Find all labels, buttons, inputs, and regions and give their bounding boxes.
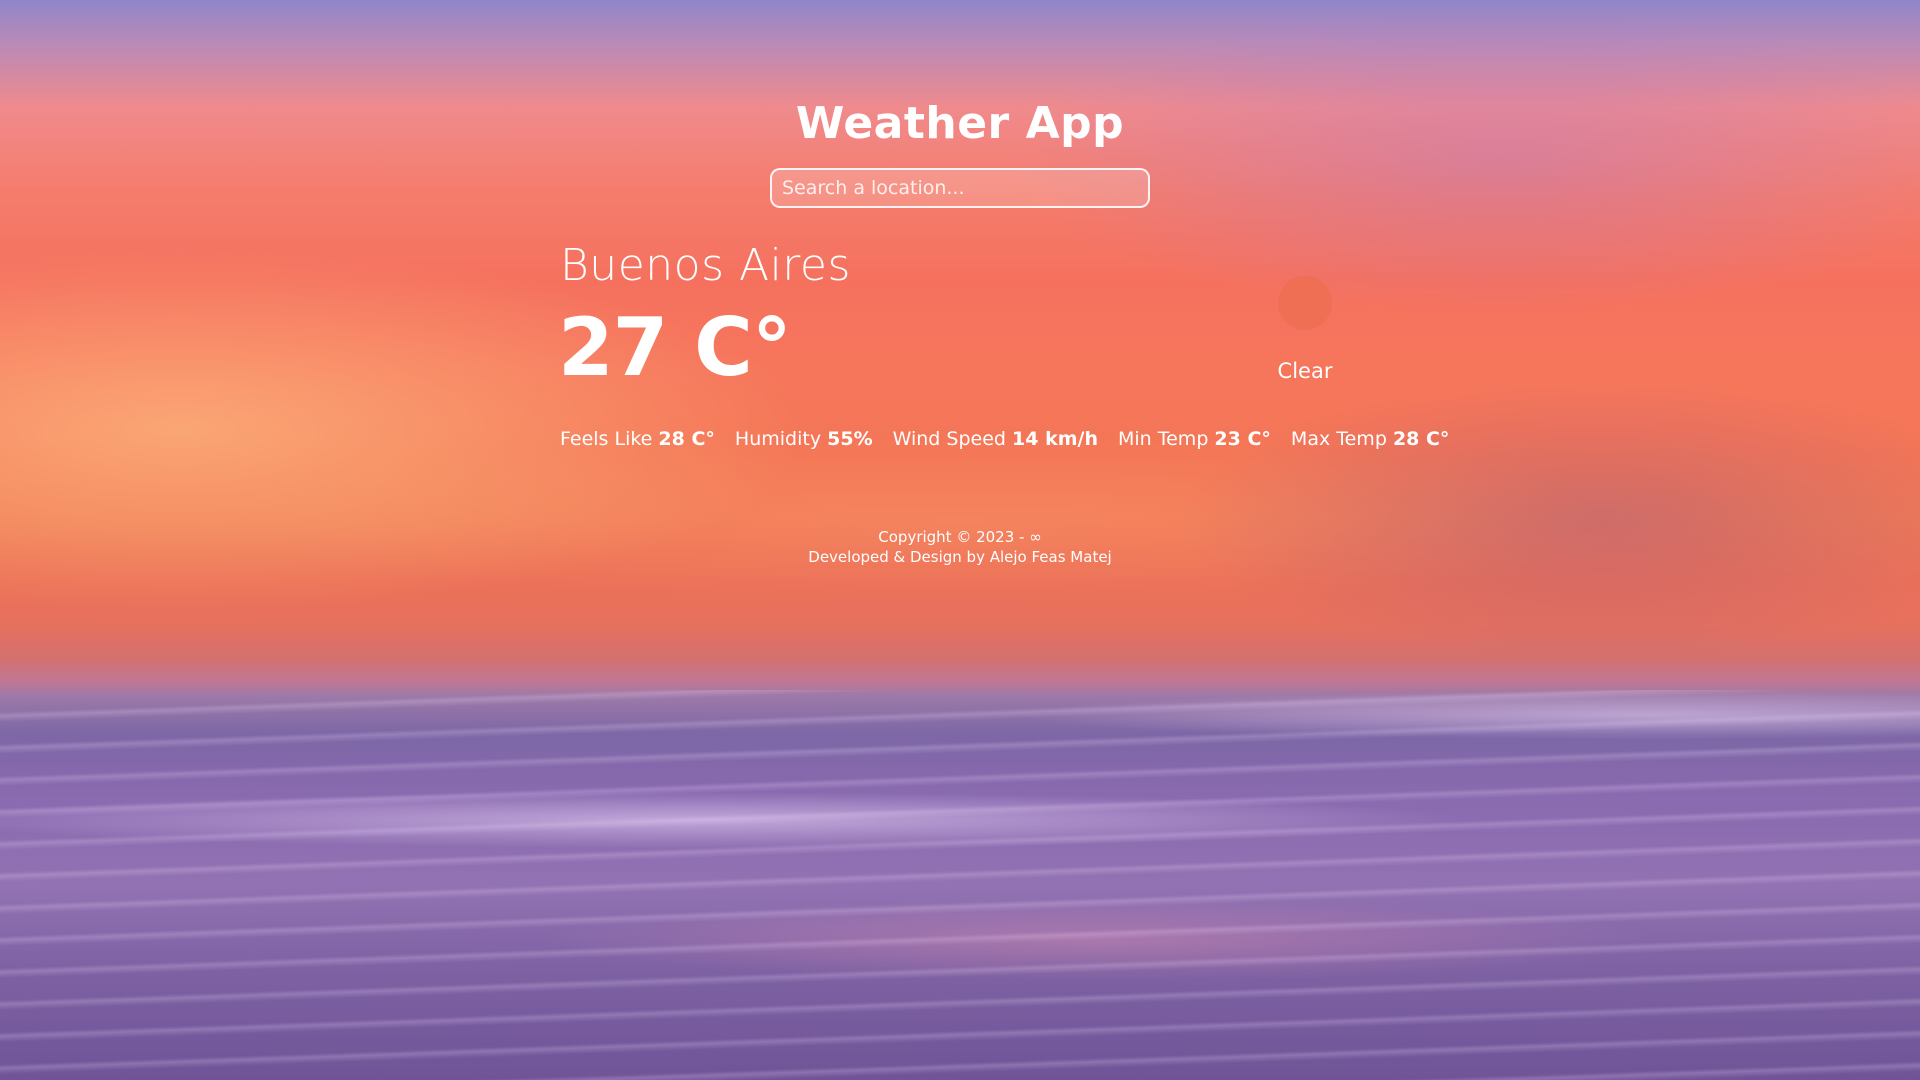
stat-label: Humidity (734, 428, 822, 450)
stat-label: Max Temp (1290, 428, 1387, 450)
footer: Copyright © 2023 - ∞ Developed & Design … (0, 527, 1920, 567)
city-name: Buenos Aires (560, 240, 851, 291)
stat-wind-speed: Wind Speed 14 km/h (893, 424, 1098, 454)
stat-value: 28 C° (1392, 428, 1450, 450)
stat-label: Wind Speed (892, 428, 1006, 450)
search-input[interactable] (770, 168, 1150, 208)
search-bar (770, 168, 1150, 208)
stat-value: 55% (827, 428, 873, 450)
stat-label: Min Temp (1117, 428, 1209, 450)
stat-max-temp: Max Temp 28 C° (1291, 424, 1450, 454)
stat-feels-like: Feels Like 28 C° (560, 424, 715, 454)
stat-label: Feels Like (560, 428, 653, 450)
weather-condition: Clear (1277, 359, 1333, 383)
current-temperature: 27 C° (558, 301, 792, 394)
stat-value: 23 C° (1214, 428, 1271, 450)
credit-text: Developed & Design by Alejo Feas Matej (808, 548, 1112, 566)
sun-icon (1278, 276, 1332, 330)
stat-value: 14 km/h (1012, 428, 1098, 450)
weather-stats: Feels Like 28 C° Humidity 55% Wind Speed… (560, 424, 1449, 454)
copyright-text: Copyright © 2023 - ∞ (878, 528, 1042, 546)
stat-min-temp: Min Temp 23 C° (1118, 424, 1271, 454)
stat-humidity: Humidity 55% (735, 424, 873, 454)
page-title: Weather App (795, 98, 1125, 149)
stat-value: 28 C° (658, 428, 715, 450)
weather-app: Weather App Buenos Aires 27 C° Clear Fee… (0, 0, 1920, 1080)
